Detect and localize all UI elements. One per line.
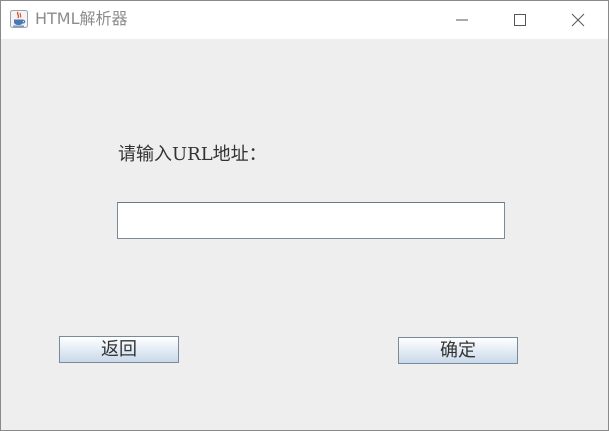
minimize-icon xyxy=(456,19,468,21)
back-button[interactable]: 返回 xyxy=(59,336,179,363)
app-window: HTML解析器 请输入URL地址： 返回 确定 xyxy=(0,0,609,431)
java-cup-icon xyxy=(10,10,28,28)
maximize-icon xyxy=(514,14,526,26)
title-bar[interactable]: HTML解析器 xyxy=(1,1,608,39)
confirm-button[interactable]: 确定 xyxy=(398,337,518,364)
content-panel: 请输入URL地址： 返回 确定 xyxy=(1,39,608,430)
url-input[interactable] xyxy=(117,202,505,239)
close-button[interactable] xyxy=(549,1,607,39)
window-title: HTML解析器 xyxy=(35,9,128,28)
close-icon xyxy=(571,13,585,27)
minimize-button[interactable] xyxy=(433,1,491,39)
url-prompt-label: 请输入URL地址： xyxy=(118,144,267,165)
maximize-button[interactable] xyxy=(491,1,549,39)
